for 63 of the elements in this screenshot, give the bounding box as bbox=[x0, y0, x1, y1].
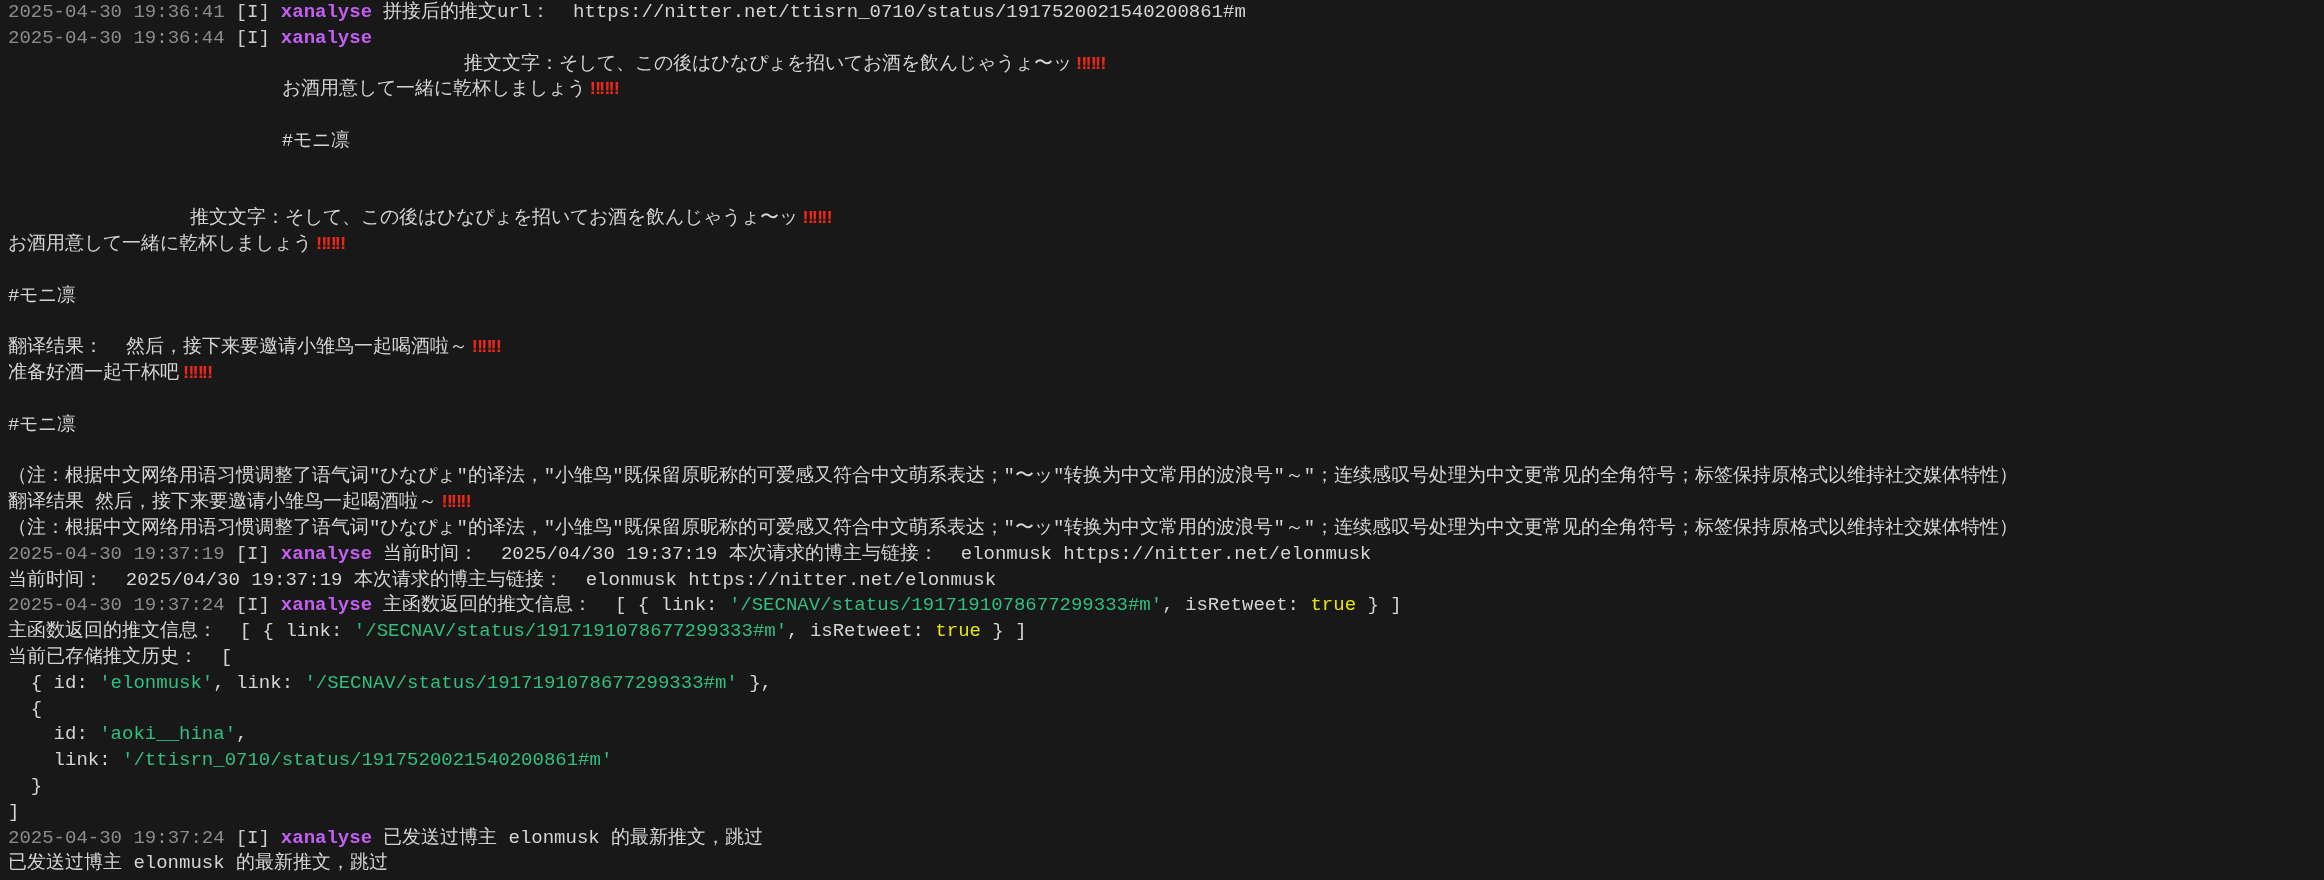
logger-name: xanalyse bbox=[280, 594, 373, 617]
logger-name: xanalyse bbox=[280, 26, 373, 49]
exclamation-emoji: ‼‼‼ bbox=[316, 233, 345, 256]
log-text: 当前时间： 2025/04/30 19:37:19 本次请求的博主与链接： elonmusk https://nitter.net/elonmusk bbox=[383, 542, 1372, 565]
log-text: お酒用意して一緒に乾杯しましょう bbox=[280, 78, 586, 101]
log-text: #モニ凛 bbox=[8, 413, 77, 436]
log-text: 推文文字：そして、この後はひなぴょを招いてお酒を飲んじゃうょ〜ッ bbox=[189, 207, 799, 230]
log-text: , isRetweet: bbox=[1162, 594, 1300, 617]
timestamp: 2025-04-30 19:36:44 bbox=[8, 26, 225, 49]
log-text: }, bbox=[748, 671, 772, 694]
log-text: { id: bbox=[29, 671, 89, 694]
string-value: '/SECNAV/status/1917191078677299333#m' bbox=[304, 671, 738, 694]
log-text: （注：根据中文网络用语习惯调整了语气词"ひなぴょ"的译法，"小雏鸟"既保留原昵称的可爱感又符合中文萌系表达；"〜ッ"转换为中文常用的波浪号"～"；连续感叹号处理为中文更常见的全角符号；标签保持原格式以维持社交媒体特性） bbox=[8, 516, 2019, 539]
logger-name: xanalyse bbox=[280, 826, 373, 849]
log-text: #モニ凛 bbox=[280, 130, 351, 152]
timestamp: 2025-04-30 19:36:41 bbox=[8, 1, 225, 23]
exclamation-emoji: ‼‼‼ bbox=[802, 207, 831, 230]
log-text: 拼接后的推文url： https://nitter.net/ttisrn_0710/status/1917520021540200861#m bbox=[383, 1, 1246, 23]
boolean-value: true bbox=[1310, 594, 1357, 617]
log-text: } ] bbox=[991, 620, 1027, 643]
log-level: [I] bbox=[235, 542, 270, 565]
log-text: 翻译结果： 然后，接下来要邀请小雏鸟一起喝酒啦～ bbox=[8, 336, 468, 359]
log-text: 主函数返回的推文信息： [ { link: bbox=[383, 594, 719, 617]
string-value: '/SECNAV/status/1917191078677299333#m' bbox=[353, 620, 788, 643]
log-level: [I] bbox=[235, 826, 270, 849]
string-value: '/SECNAV/status/1917191078677299333#m' bbox=[728, 594, 1163, 617]
log-level: [I] bbox=[235, 26, 270, 49]
exclamation-emoji: ‼‼‼ bbox=[471, 336, 501, 359]
log-text: 准备好酒一起干杯吧 bbox=[8, 362, 179, 385]
log-text: 主函数返回的推文信息： [ { link: bbox=[8, 620, 344, 643]
log-text: , link: bbox=[213, 671, 295, 694]
string-value: '/ttisrn_0710/status/1917520021540200861#m' bbox=[122, 749, 613, 772]
log-text: , bbox=[236, 723, 248, 746]
log-text: 当前已存储推文历史： [ bbox=[8, 645, 233, 668]
boolean-value: true bbox=[935, 620, 981, 643]
log-text: 推文文字：そして、この後はひなぴょを招いてお酒を飲んじゃうょ〜ッ bbox=[463, 52, 1073, 75]
log-text: 已发送过博主 elonmusk 的最新推文，跳过 bbox=[383, 826, 764, 849]
log-text: （注：根据中文网络用语习惯调整了语气词"ひなぴょ"的译法，"小雏鸟"既保留原昵称的可爱感又符合中文萌系表达；"〜ッ"转换为中文常用的波浪号"～"；连续感叹号处理为中文更常见的全角符号；标签保持原格式以维持社交媒体特性） bbox=[8, 465, 2019, 488]
log-text: } bbox=[29, 774, 43, 797]
log-text: 当前时间： 2025/04/30 19:37:19 本次请求的博主与链接： elonmusk https://nitter.net/elonmusk bbox=[8, 568, 997, 591]
exclamation-emoji: ‼‼‼ bbox=[441, 491, 470, 514]
log-text: } ] bbox=[1366, 594, 1402, 617]
log-text: お酒用意して一緒に乾杯しましょう bbox=[8, 233, 312, 256]
exclamation-emoji: ‼‼‼ bbox=[1076, 52, 1105, 75]
string-value: 'elonmusk' bbox=[99, 671, 214, 694]
log-text: #モニ凛 bbox=[8, 284, 77, 307]
log-level: [I] bbox=[235, 1, 270, 23]
timestamp: 2025-04-30 19:37:19 bbox=[8, 542, 225, 565]
logger-name: xanalyse bbox=[280, 542, 373, 565]
logger-name: xanalyse bbox=[280, 1, 373, 23]
log-level: [I] bbox=[235, 594, 270, 617]
exclamation-emoji: ‼‼‼ bbox=[589, 78, 618, 101]
exclamation-emoji: ‼‼‼ bbox=[183, 362, 212, 385]
log-text: id: bbox=[52, 723, 89, 746]
timestamp: 2025-04-30 19:37:24 bbox=[8, 826, 225, 849]
log-text: { bbox=[29, 697, 43, 720]
log-text: ] bbox=[8, 800, 20, 823]
string-value: 'aoki__hina' bbox=[99, 723, 237, 746]
log-text: link: bbox=[52, 749, 112, 772]
log-text: , isRetweet: bbox=[787, 620, 925, 643]
log-text: 翻译结果 然后，接下来要邀请小雏鸟一起喝酒啦～ bbox=[8, 491, 438, 514]
log-text: 已发送过博主 elonmusk 的最新推文，跳过 bbox=[8, 852, 389, 875]
timestamp: 2025-04-30 19:37:24 bbox=[8, 594, 225, 617]
